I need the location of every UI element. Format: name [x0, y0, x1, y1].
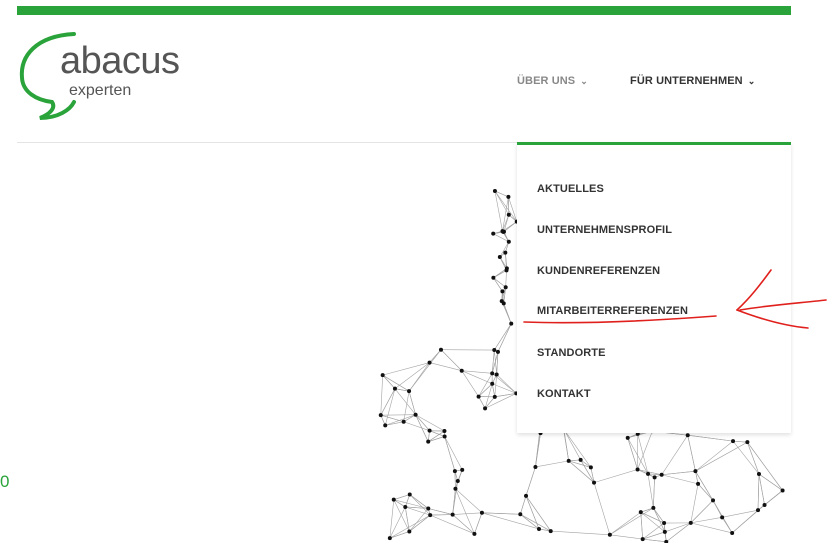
- logo-subtitle: experten: [69, 82, 132, 99]
- menu-item-unternehmensprofil[interactable]: UNTERNEHMENSPROFIL: [537, 224, 672, 236]
- menu-item-aktuelles[interactable]: AKTUELLES: [537, 183, 604, 195]
- menu-item-mitarbeiterreferenzen[interactable]: MITARBEITERREFERENZEN: [537, 305, 688, 317]
- logo-wordmark: abacus: [60, 40, 180, 82]
- chevron-down-icon: ⌄: [580, 76, 588, 86]
- site-logo[interactable]: abacus experten: [14, 26, 184, 122]
- nav-fuer-unternehmen-label: FÜR UNTERNEHMEN: [630, 75, 743, 87]
- corner-number-text: 0: [0, 472, 10, 491]
- nav-fuer-unternehmen[interactable]: FÜR UNTERNEHMEN ⌄: [630, 75, 755, 87]
- dropdown-menu: AKTUELLES UNTERNEHMENSPROFIL KUNDENREFER…: [517, 142, 791, 433]
- menu-item-standorte[interactable]: STANDORTE: [537, 347, 606, 359]
- menu-item-kontakt[interactable]: KONTAKT: [537, 388, 591, 400]
- chevron-down-icon: ⌄: [747, 76, 756, 86]
- menu-item-kundenreferenzen[interactable]: KUNDENREFERENZEN: [537, 265, 660, 277]
- nav-ueber-uns[interactable]: ÜBER UNS ⌄: [517, 75, 588, 87]
- top-accent-bar: [17, 6, 791, 15]
- nav-ueber-uns-label: ÜBER UNS: [517, 75, 576, 87]
